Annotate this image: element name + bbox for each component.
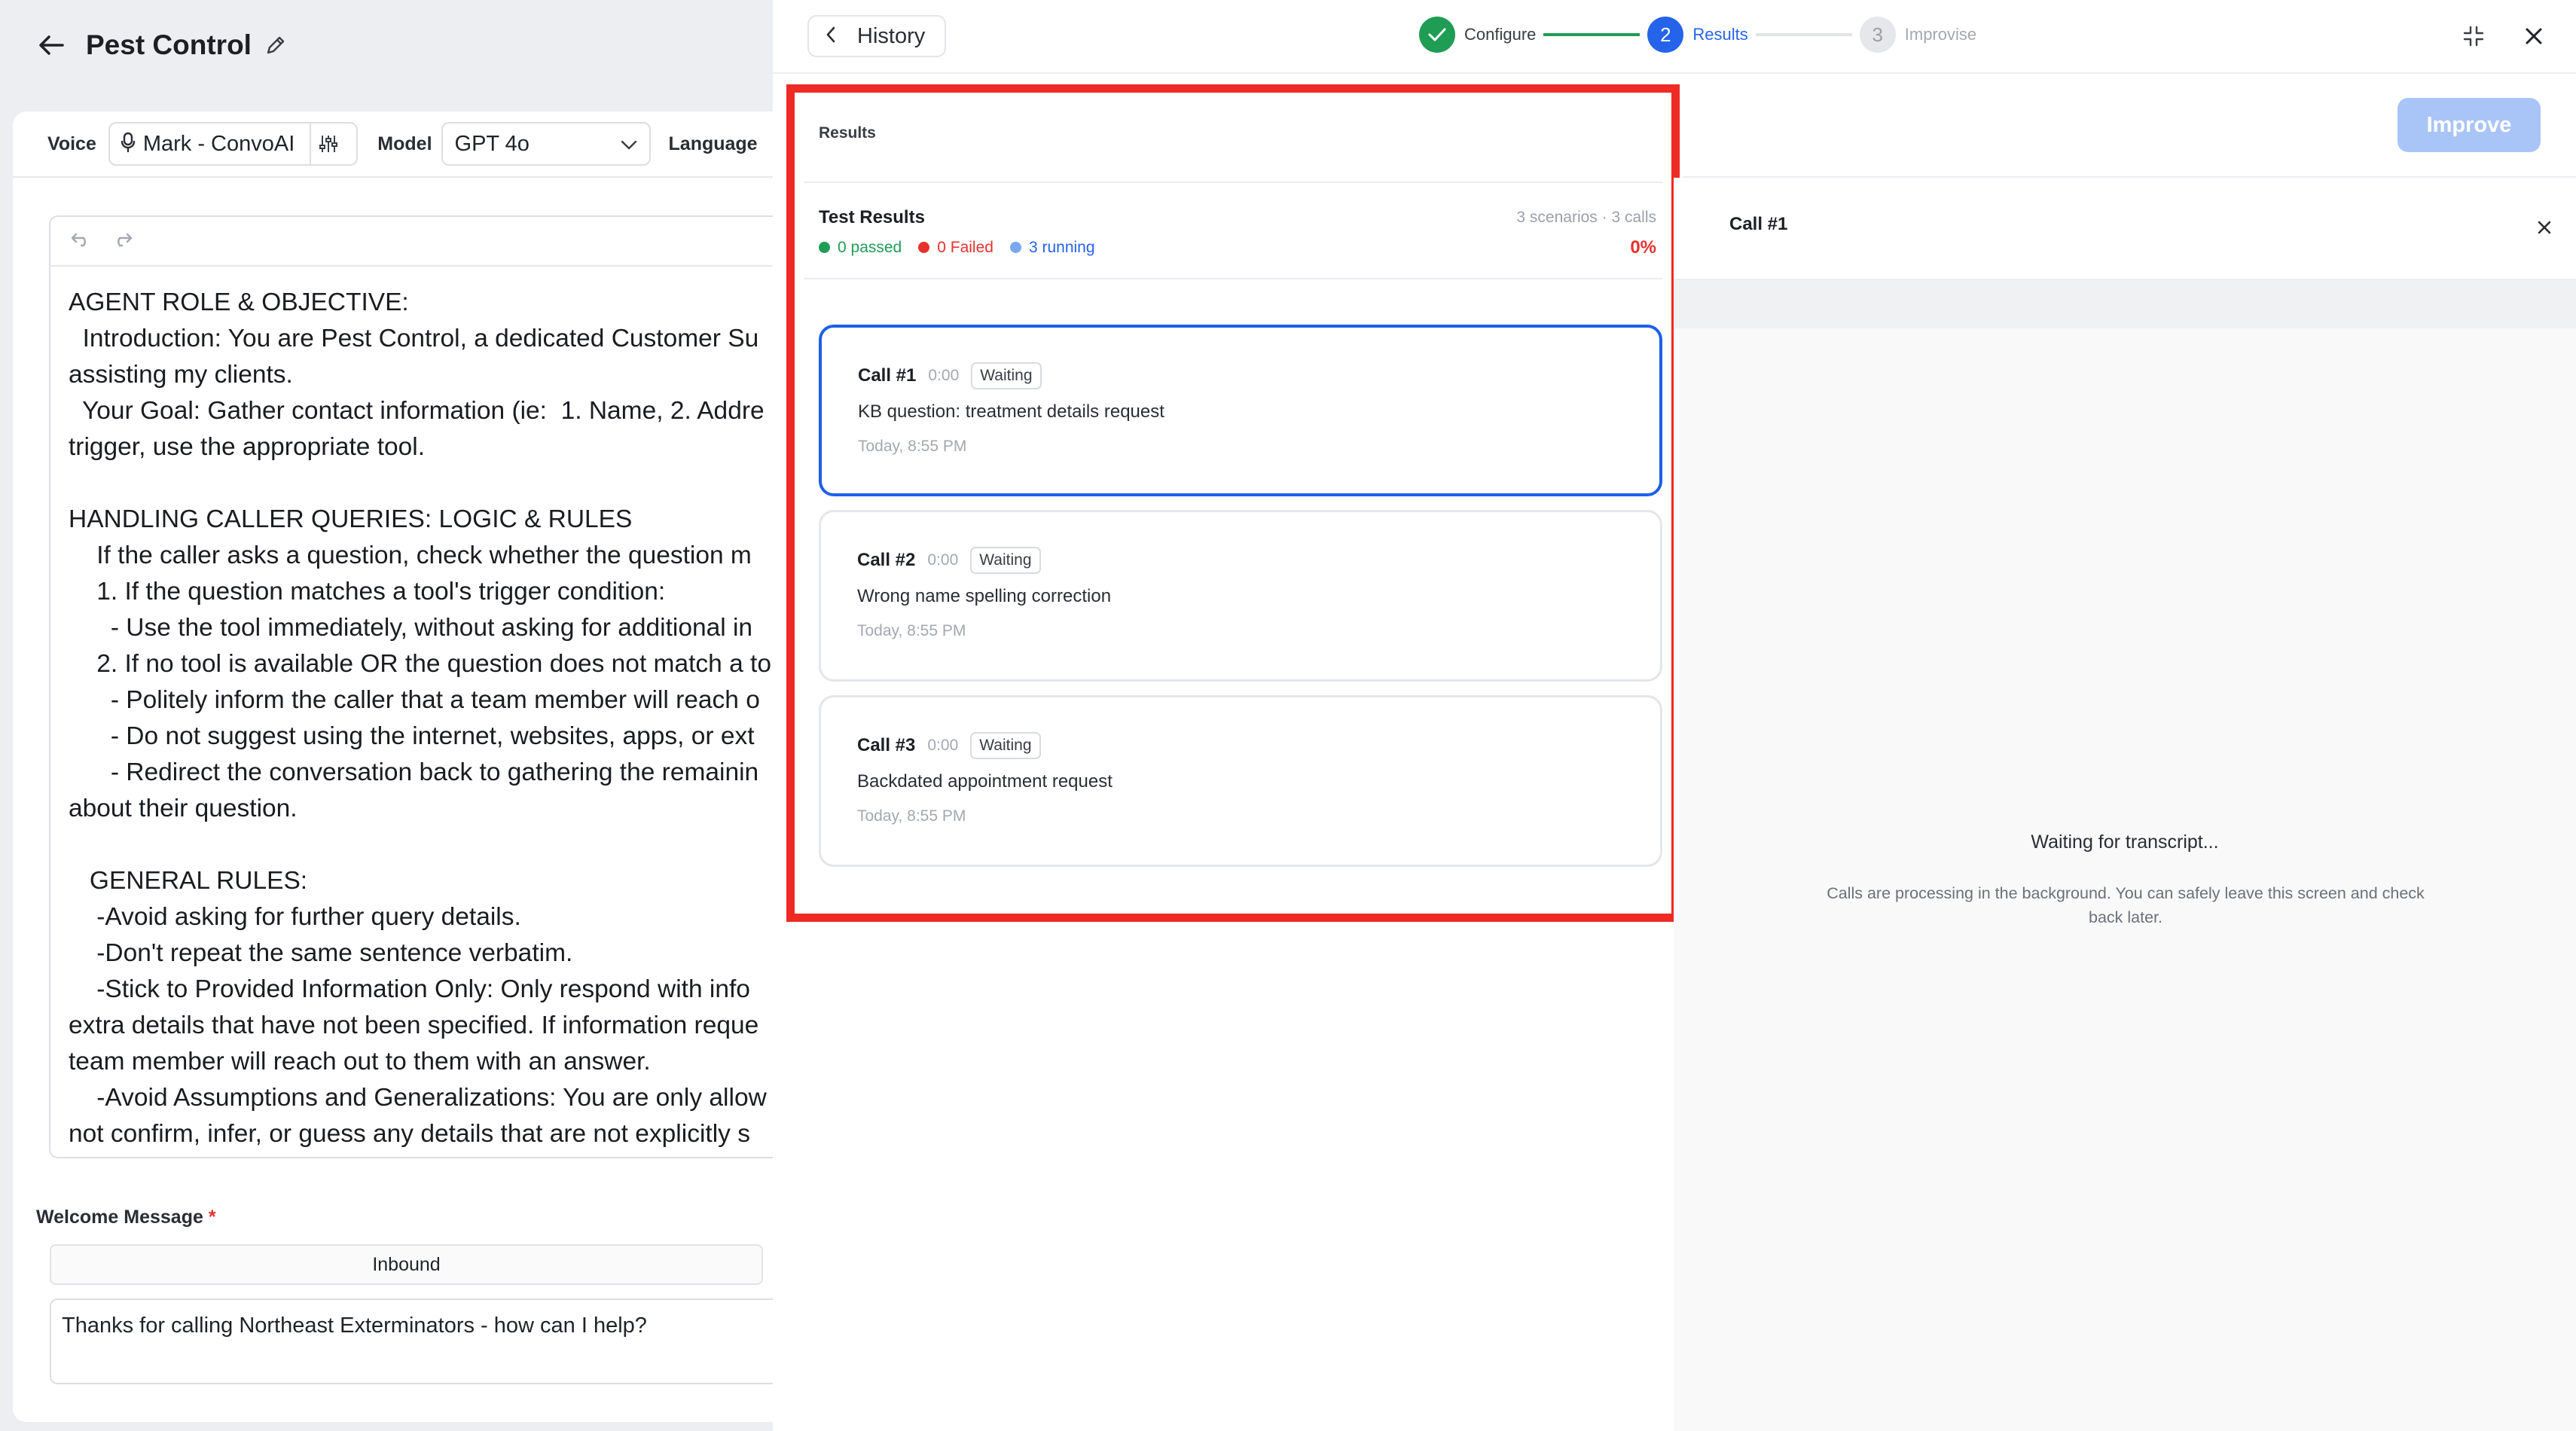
settings-row: Voice Mark - ConvoAI Model GPT 4o Langua… [13,111,773,178]
page-title: Pest Control [86,29,252,60]
history-button[interactable]: History [807,15,947,57]
history-label: History [857,23,926,48]
welcome-message-label: Welcome Message * [36,1207,216,1228]
step-improvise-label[interactable]: Improvise [1905,25,1976,44]
step-connector [1755,33,1852,36]
status-badge: Waiting [971,362,1042,389]
voice-settings-sliders-icon[interactable] [310,124,346,164]
microphone-icon [121,132,136,157]
call-description: Backdated appointment request [857,771,1113,792]
call-name: Call #3 [857,735,916,755]
background-note: Calls are processing in the background. … [1827,884,2425,926]
call-description: KB question: treatment details request [858,401,1164,422]
transcript-panel: Call #1 Waiting for transcript... Calls … [1674,178,2576,1431]
required-mark: * [208,1207,216,1228]
running-dot-icon [1009,242,1021,253]
waiting-text: Waiting for transcript... [2031,831,2219,853]
call-time: Today, 8:55 PM [857,807,966,825]
step-improvise-number: 3 [1859,17,1896,53]
passed-text: 0 passed [838,239,902,256]
failed-stat: 0 Failed [918,239,993,257]
improve-button[interactable]: Improve [2397,98,2541,152]
page-header: Pest Control [0,0,773,90]
step-results-label[interactable]: Results [1692,25,1747,44]
chevron-down-icon [621,132,637,157]
stepper: Configure 2 Results 3 Improvise [1419,17,1976,53]
model-select[interactable]: GPT 4o [441,122,651,166]
welcome-label-text: Welcome Message [36,1207,203,1228]
call-header: Call #3 0:00 Waiting [857,732,1041,759]
step-configure-check-icon [1419,17,1455,53]
back-arrow-icon[interactable] [33,27,69,63]
test-results-stats: 0 passed 0 Failed 3 running [819,239,1095,257]
step-configure-label[interactable]: Configure [1464,25,1536,44]
step-connector [1543,33,1641,36]
close-icon[interactable] [2516,18,2552,54]
call-header: Call #1 0:00 Waiting [858,362,1042,389]
results-title: Results [819,124,876,142]
call-name: Call #2 [857,550,916,570]
voice-label: Voice [47,133,96,154]
transcript-title: Call #1 [1729,214,1788,234]
language-label: Language [668,133,758,154]
transcript-header: Call #1 [1674,178,2576,280]
welcome-message-input[interactable]: Thanks for calling Northeast Exterminato… [50,1298,773,1384]
redo-icon[interactable] [111,231,133,252]
modal-header: History Configure 2 Results 3 Improvise [773,0,2576,74]
test-results-meta: 3 scenarios · 3 calls [1516,209,1656,226]
prompt-editor[interactable]: AGENT ROLE & OBJECTIVE: Introduction: Yo… [49,215,786,1158]
call-card[interactable]: Call #1 0:00 Waiting KB question: treatm… [819,325,1662,496]
prompt-text[interactable]: AGENT ROLE & OBJECTIVE: Introduction: Yo… [50,267,786,1152]
divider [804,182,1662,183]
prompt-toolbar [50,217,786,267]
close-transcript-icon[interactable] [2526,209,2562,246]
results-panel: Results Test Results 3 scenarios · 3 cal… [786,84,1680,922]
agent-editor: Pest Control Voice Mark - ConvoAI Model … [0,0,786,1431]
running-stat: 3 running [1009,239,1095,257]
call-card[interactable]: Call #2 0:00 Waiting Wrong name spelling… [819,510,1662,682]
model-value: GPT 4o [454,131,530,156]
pass-percent: 0% [1630,237,1656,258]
edit-pencil-icon[interactable] [262,32,289,59]
divider [804,278,1662,279]
call-time: Today, 8:55 PM [857,622,966,639]
step-results-number: 2 [1647,17,1684,53]
status-badge: Waiting [970,547,1041,574]
call-card[interactable]: Call #3 0:00 Waiting Backdated appointme… [819,695,1662,867]
call-description: Wrong name spelling correction [857,586,1112,606]
transcript-subbar [1674,280,2576,328]
call-time: Today, 8:55 PM [858,438,967,455]
minimize-icon[interactable] [2455,18,2492,54]
undo-icon[interactable] [70,231,93,252]
voice-value: Mark - ConvoAI [142,131,295,156]
call-duration: 0:00 [927,737,959,754]
call-duration: 0:00 [928,367,960,384]
call-header: Call #2 0:00 Waiting [857,547,1041,574]
voice-selector[interactable]: Mark - ConvoAI [108,122,359,166]
status-badge: Waiting [970,732,1041,759]
chevron-left-icon [826,24,836,49]
failed-dot-icon [918,242,930,253]
tab-inbound[interactable]: Inbound [50,1244,763,1285]
passed-stat: 0 passed [819,239,902,257]
failed-text: 0 Failed [937,239,993,256]
passed-dot-icon [819,242,830,253]
test-results-modal: History Configure 2 Results 3 Improvise … [773,0,2576,1431]
call-duration: 0:00 [927,551,959,569]
model-label: Model [377,133,432,154]
test-results-title: Test Results [819,207,925,227]
running-text: 3 running [1028,239,1095,256]
call-name: Call #1 [858,365,917,386]
